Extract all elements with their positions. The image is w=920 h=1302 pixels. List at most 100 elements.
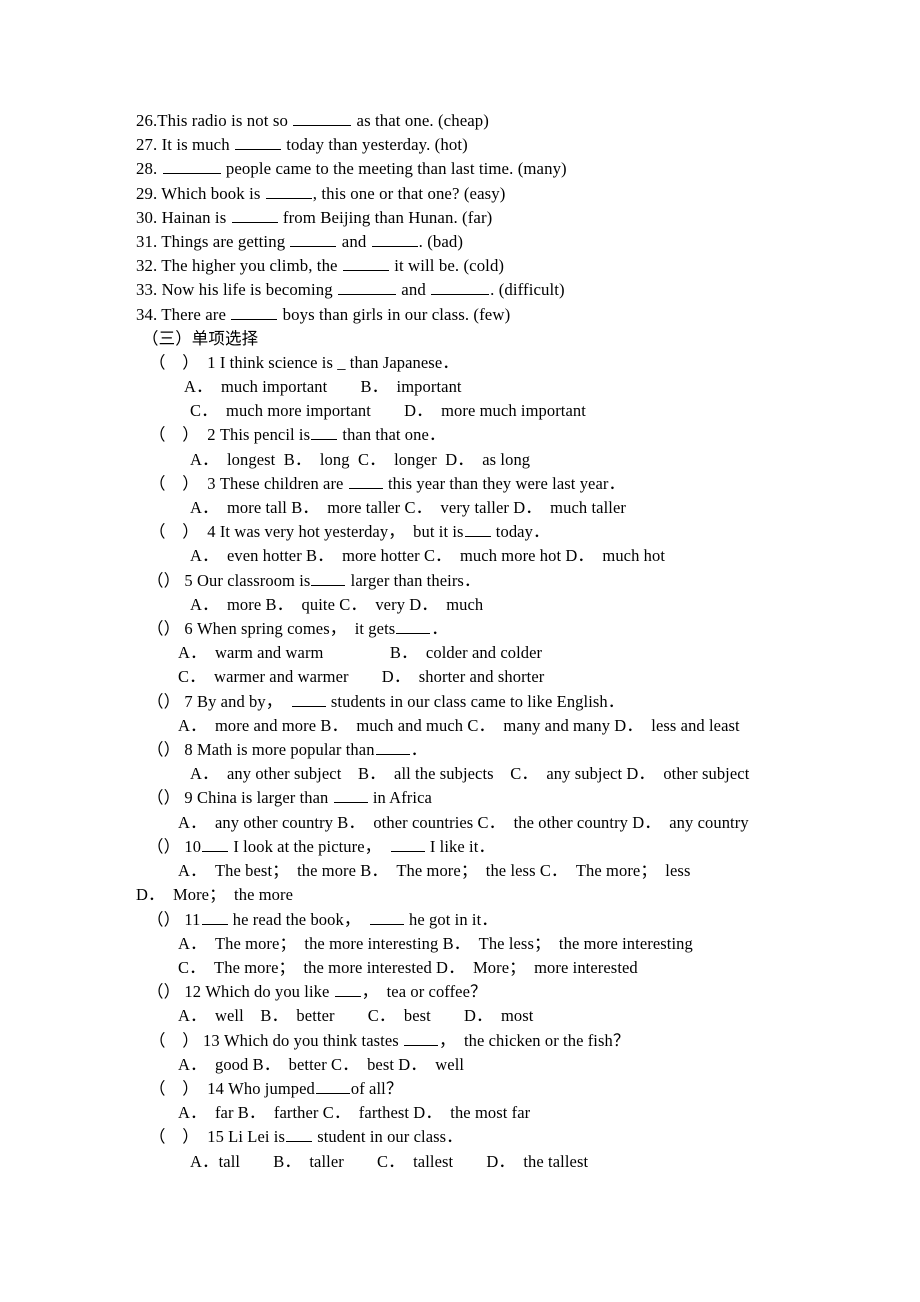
answer-blank[interactable] [231,208,278,223]
question-text-post: of all？ [350,1078,403,1098]
item-text-post: today than yesterday. (hot) [282,135,468,155]
item-text-post: , this one or that one? (easy) [312,183,506,203]
answer-blank[interactable] [333,788,368,804]
question-text: 14 Who jumped [198,1078,315,1098]
answer-blank[interactable] [375,740,410,756]
mc-option-row[interactable]: A． The more； the more interesting B． The… [136,932,836,956]
item-text-pre: It is much [161,135,234,155]
mc-option-row[interactable]: A．tall B． taller C． tallest D． the talle… [136,1150,836,1174]
question-text-post: today． [491,522,550,542]
item-text-post: it will be. (cold) [389,256,505,276]
answer-bracket[interactable]: （） [147,982,180,1001]
question-text-post2: he got in it． [404,909,498,929]
answer-blank[interactable] [311,571,346,586]
mc-option-row[interactable]: A． far B． farther C． farthest D． the mos… [136,1101,836,1125]
mc-option-row[interactable]: C． warmer and warmer D． shorter and shor… [136,665,836,689]
mc-question-stem: （） 6 When spring comes， it gets ． [136,617,836,641]
mc-option-row[interactable]: C． The more； the more interested D． More… [136,956,836,980]
mc-question-stem: （） 12 Which do you like ， tea or coffee？ [136,980,836,1004]
answer-blank[interactable] [342,256,389,272]
mc-option-row[interactable]: A． more B． quite C． very D． much [136,593,836,617]
answer-blank[interactable] [404,1031,438,1046]
mc-question-stem: （ ） 13 Which do you think tastes ， the c… [136,1029,836,1053]
answer-blank[interactable] [311,425,338,441]
mc-option-row[interactable]: A． more and more B． much and much C． man… [136,714,836,738]
mc-option-row[interactable]: A． good B． better C． best D． well [136,1053,836,1077]
fill-in-blank-item: 27. It is much today than yesterday. (ho… [136,133,836,157]
item-text-pre: Now his life is becoming [161,280,337,300]
answer-bracket[interactable]: （） [147,740,180,759]
mc-option-row[interactable]: A． any other subject B． all the subjects… [136,762,836,786]
answer-bracket[interactable]: （ ） [149,522,199,541]
fill-in-blank-item: 34. There are boys than girls in our cla… [136,303,836,327]
mc-option-row[interactable]: A． any other country B． other countries … [136,811,836,835]
question-text-post: ． [410,740,428,760]
mc-question-stem: （ ） 1 I think science is _ than Japanese… [136,351,836,375]
answer-blank[interactable] [291,692,326,707]
answer-blank[interactable] [290,232,337,248]
mc-option-row[interactable]: A． The best； the more B． The more； the l… [136,859,836,883]
answer-blank[interactable] [162,159,221,175]
item-text-pre: Things are getting [161,232,290,252]
answer-bracket[interactable]: （） [147,571,180,590]
fill-in-blank-item: 28. people came to the meeting than last… [136,157,836,181]
item-number: 29. [136,183,162,203]
mc-question-stem: （） 5 Our classroom is larger than theirs… [136,569,836,593]
answer-blank[interactable] [201,909,228,925]
answer-blank[interactable] [371,232,418,248]
mc-option-row[interactable]: A． more tall B． more taller C． very tall… [136,496,836,520]
answer-blank[interactable] [265,183,312,199]
answer-blank[interactable] [315,1079,350,1094]
question-text-post: ． [431,619,448,639]
question-text: 5 Our classroom is [180,570,311,590]
mc-option-row[interactable]: A． well B． better C． best D． most [136,1004,836,1028]
answer-bracket[interactable]: （） [147,910,180,929]
answer-bracket[interactable]: （ ） [149,1127,199,1146]
question-text: 8 Math is more popular than [180,740,375,760]
question-text: 15 Li Lei is [198,1127,285,1147]
answer-blank[interactable] [431,280,490,296]
answer-blank[interactable] [348,474,383,489]
answer-bracket[interactable]: （） [147,837,180,856]
answer-blank[interactable] [235,135,281,151]
item-text-post: . (difficult) [490,280,565,300]
answer-blank[interactable] [202,837,229,852]
multiple-choice-section: （ ） 1 I think science is _ than Japanese… [136,351,836,1174]
answer-bracket[interactable]: （ ） [149,353,199,372]
answer-bracket[interactable]: （ ） [149,1079,199,1098]
item-number: 34. [136,304,162,324]
answer-blank[interactable] [293,111,352,126]
answer-blank[interactable] [464,522,491,538]
answer-bracket[interactable]: （） [147,788,180,807]
worksheet-content: 26.This radio is not so as that one. (ch… [136,109,836,1174]
mc-option-row[interactable]: A． even hotter B． more hotter C． much mo… [136,544,836,568]
mc-option-row[interactable]: A． longest B． long C． longer D． as long [136,448,836,472]
answer-blank[interactable] [390,837,425,852]
answer-blank[interactable] [338,280,396,296]
mc-option-row[interactable]: A． much important B． important [136,375,836,399]
mc-question-stem: （ ） 14 Who jumped of all？ [136,1077,836,1101]
answer-blank[interactable] [334,982,361,998]
answer-blank[interactable] [396,619,431,635]
item-number: 32. [136,256,162,276]
answer-blank[interactable] [369,909,404,925]
fill-in-blank-item: 31. Things are getting and . (bad) [136,230,836,254]
mc-option-row[interactable]: A． warm and warm B． colder and colder [136,641,836,665]
answer-bracket[interactable]: （） [147,692,180,711]
answer-bracket[interactable]: （ ） [149,474,199,493]
answer-bracket[interactable]: （ ） [149,425,199,444]
answer-blank[interactable] [286,1127,312,1143]
question-text-post: student in our class． [313,1127,463,1147]
item-number: 33. [136,280,162,300]
answer-bracket[interactable]: （ ） [149,1031,199,1050]
fill-in-blank-section: 26.This radio is not so as that one. (ch… [136,109,836,327]
question-text: 11 [180,909,201,929]
question-text: 2 This pencil is [198,425,311,445]
item-text-mid: and [397,280,431,300]
answer-bracket[interactable]: （） [147,619,180,638]
mc-option-row-wrapped[interactable]: D． More； the more [136,883,836,907]
worksheet-page: 26.This radio is not so as that one. (ch… [0,0,920,1302]
mc-question-stem: （ ） 4 It was very hot yesterday， but it … [136,520,836,544]
mc-option-row[interactable]: C． much more important D． more much impo… [136,399,836,423]
answer-blank[interactable] [231,304,278,320]
